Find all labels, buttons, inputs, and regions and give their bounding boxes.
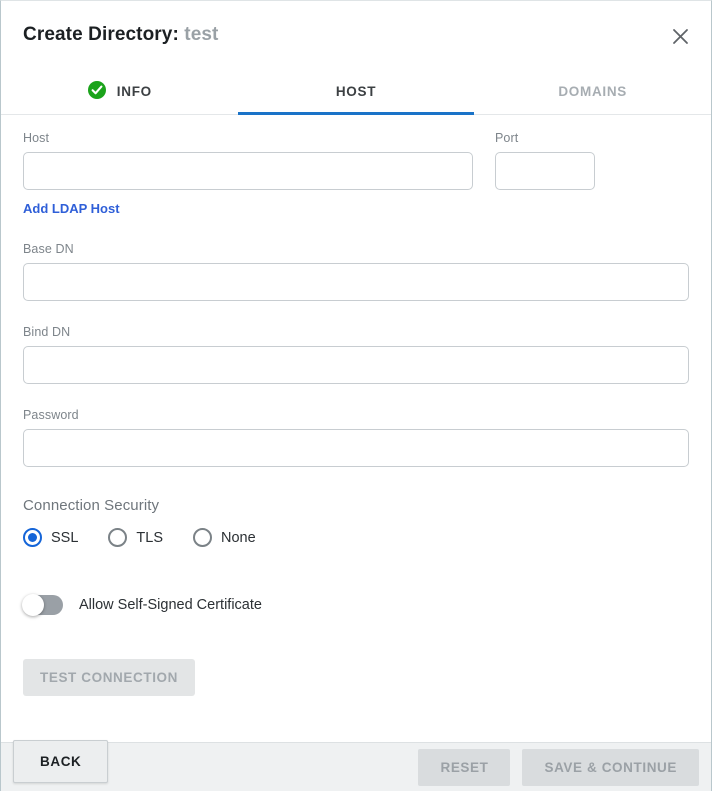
bind-dn-field-group: Bind DN bbox=[23, 325, 689, 384]
page-title-prefix: Create Directory: bbox=[23, 24, 179, 45]
tab-host[interactable]: HOST bbox=[237, 69, 475, 115]
host-label: Host bbox=[23, 131, 50, 145]
dialog-header: Create Directory: test bbox=[1, 1, 711, 69]
host-port-row: Host Port bbox=[23, 131, 689, 190]
test-connection-button[interactable]: TEST CONNECTION bbox=[23, 659, 196, 696]
connection-security-label: Connection Security bbox=[23, 497, 160, 514]
host-field-group: Host bbox=[23, 131, 473, 190]
radio-tls-indicator bbox=[108, 528, 128, 547]
tab-host-label: HOST bbox=[335, 84, 377, 99]
radio-ssl-indicator bbox=[23, 528, 42, 547]
allow-self-signed-toggle-row[interactable]: Allow Self-Signed Certificate bbox=[22, 594, 689, 616]
allow-self-signed-toggle[interactable] bbox=[22, 594, 63, 616]
add-ldap-host-link[interactable]: Add LDAP Host bbox=[23, 201, 120, 216]
port-input[interactable] bbox=[495, 152, 595, 190]
password-field-group: Password bbox=[23, 408, 689, 467]
footer-actions: RESET SAVE & CONTINUE bbox=[418, 748, 699, 786]
radio-ssl-label: SSL bbox=[51, 529, 79, 546]
bind-dn-input[interactable] bbox=[23, 346, 689, 384]
password-label: Password bbox=[23, 408, 79, 422]
radio-none-label: None bbox=[221, 529, 256, 546]
allow-self-signed-label: Allow Self-Signed Certificate bbox=[79, 597, 262, 613]
password-input[interactable] bbox=[23, 429, 689, 467]
port-field-group: Port bbox=[495, 131, 595, 190]
base-dn-input[interactable] bbox=[23, 263, 689, 301]
radio-none-indicator bbox=[193, 528, 213, 547]
tab-info[interactable]: INFO bbox=[1, 69, 238, 114]
connection-security-radio-group: SSL TLS None bbox=[23, 528, 689, 547]
page-title-directory-name: test bbox=[184, 24, 219, 45]
reset-button[interactable]: RESET bbox=[418, 748, 511, 786]
host-input[interactable] bbox=[23, 152, 473, 190]
close-icon[interactable] bbox=[665, 21, 695, 51]
dialog-footer: BACK RESET SAVE & CONTINUE bbox=[1, 739, 711, 791]
wizard-tabs: INFO HOST DOMAINS bbox=[1, 69, 711, 115]
bind-dn-label: Bind DN bbox=[23, 325, 71, 339]
base-dn-label: Base DN bbox=[23, 242, 74, 256]
tab-domains-label: DOMAINS bbox=[558, 84, 627, 99]
base-dn-field-group: Base DN bbox=[23, 242, 689, 301]
port-label: Port bbox=[495, 131, 519, 145]
check-circle-icon bbox=[87, 80, 107, 103]
radio-option-none[interactable]: None bbox=[193, 528, 256, 547]
tab-domains[interactable]: DOMAINS bbox=[474, 69, 711, 114]
back-button[interactable]: BACK bbox=[13, 739, 109, 783]
page-title: Create Directory: test bbox=[23, 24, 218, 46]
create-directory-dialog: Create Directory: test INFO HOST DOMAINS bbox=[0, 0, 712, 791]
toggle-knob bbox=[22, 594, 44, 616]
save-continue-button[interactable]: SAVE & CONTINUE bbox=[522, 748, 699, 786]
tab-info-label: INFO bbox=[116, 84, 152, 99]
radio-option-ssl[interactable]: SSL bbox=[23, 528, 78, 547]
host-form: Host Port Add LDAP Host Base DN Bind DN … bbox=[1, 115, 711, 755]
radio-option-tls[interactable]: TLS bbox=[108, 528, 163, 547]
radio-tls-label: TLS bbox=[136, 529, 164, 546]
